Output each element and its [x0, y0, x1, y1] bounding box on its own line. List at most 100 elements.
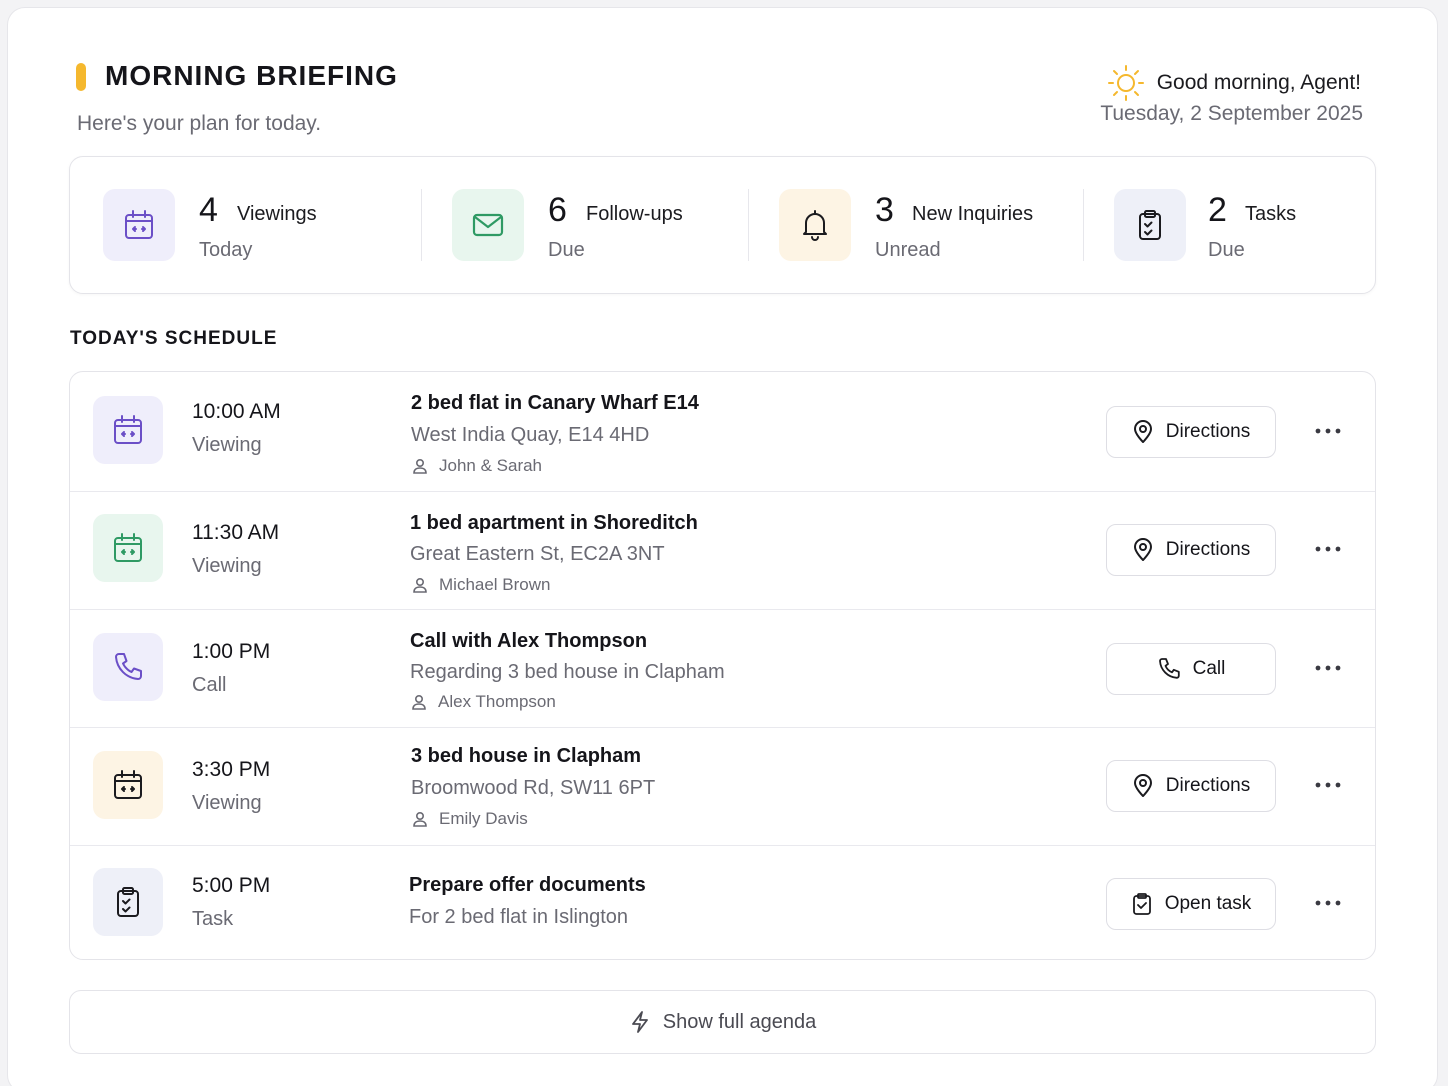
- button-label: Directions: [1165, 539, 1251, 560]
- row-type: Call: [192, 674, 227, 696]
- map-pin-icon: [1132, 774, 1154, 798]
- schedule-row[interactable]: 1:00 PM Call Call with Alex Thompson Reg…: [70, 610, 1375, 728]
- show-full-agenda-button[interactable]: Show full agenda: [69, 990, 1376, 1054]
- row-title: 2 bed flat in Canary Wharf E14: [411, 392, 699, 414]
- open-task-button[interactable]: Open task: [1106, 878, 1276, 930]
- call-button[interactable]: Call: [1106, 643, 1276, 695]
- schedule-row[interactable]: 3:30 PM Viewing 3 bed house in Clapham B…: [70, 728, 1375, 846]
- calendar-icon: [93, 396, 163, 464]
- phone-icon: [93, 633, 163, 701]
- button-label: Directions: [1165, 775, 1251, 796]
- stats-panel: 4 Viewings Today 6 Follow-ups Due 3 New …: [69, 156, 1376, 294]
- divider: [1083, 189, 1084, 261]
- clipboard-check-icon: [93, 868, 163, 936]
- map-pin-icon: [1132, 420, 1154, 444]
- button-label: Call: [1192, 658, 1226, 679]
- accent-bar: [76, 63, 86, 91]
- directions-button[interactable]: Directions: [1106, 524, 1276, 576]
- row-person-name: Alex Thompson: [438, 692, 556, 711]
- stat-sub: Due: [1208, 239, 1245, 261]
- row-person-name: Michael Brown: [439, 575, 551, 594]
- schedule-row[interactable]: 5:00 PM Task Prepare offer documents For…: [70, 846, 1375, 959]
- more-options-button[interactable]: [1310, 891, 1346, 915]
- more-options-button[interactable]: [1310, 656, 1346, 680]
- button-label: Show full agenda: [662, 1010, 817, 1033]
- row-time: 5:00 PM: [192, 874, 271, 897]
- row-title: 3 bed house in Clapham: [411, 745, 642, 767]
- stat-label: Viewings: [237, 203, 317, 225]
- page-subtitle: Here's your plan for today.: [77, 112, 322, 135]
- row-person: Alex Thompson: [410, 692, 556, 712]
- schedule-row[interactable]: 10:00 AM Viewing 2 bed flat in Canary Wh…: [70, 372, 1375, 492]
- row-subtitle: For 2 bed flat in Islington: [409, 906, 629, 928]
- row-person: Michael Brown: [411, 575, 551, 595]
- stat-label: Follow-ups: [586, 203, 683, 225]
- directions-button[interactable]: Directions: [1106, 406, 1276, 458]
- more-options-button[interactable]: [1310, 537, 1346, 561]
- row-type: Task: [192, 908, 234, 930]
- stat-sub: Unread: [875, 239, 941, 261]
- button-label: Open task: [1164, 893, 1252, 914]
- greeting-text: Good morning, Agent!: [1156, 71, 1361, 94]
- stat-label: New Inquiries: [912, 203, 1034, 225]
- row-person-name: John & Sarah: [439, 456, 543, 475]
- row-subtitle: Regarding 3 bed house in Clapham: [410, 661, 725, 683]
- more-options-button[interactable]: [1310, 773, 1346, 797]
- stat-viewings[interactable]: 4 Viewings Today: [103, 189, 423, 261]
- row-time: 11:30 AM: [192, 521, 280, 544]
- stat-value: 4: [199, 191, 218, 229]
- schedule-row[interactable]: 11:30 AM Viewing 1 bed apartment in Shor…: [70, 492, 1375, 610]
- phone-icon: [1157, 657, 1181, 681]
- more-icon: [1315, 900, 1341, 906]
- page-title: MORNING BRIEFING: [105, 60, 398, 91]
- row-subtitle: Great Eastern St, EC2A 3NT: [410, 543, 665, 565]
- more-icon: [1315, 428, 1341, 434]
- divider: [748, 189, 749, 261]
- clipboard-check-icon: [1114, 189, 1186, 261]
- row-person: John & Sarah: [411, 456, 542, 476]
- divider: [421, 189, 422, 261]
- lightning-icon: [629, 1010, 651, 1034]
- row-time: 1:00 PM: [192, 640, 271, 663]
- button-label: Directions: [1165, 421, 1251, 442]
- row-type: Viewing: [192, 434, 262, 456]
- calendar-icon: [93, 514, 163, 582]
- current-date: Tuesday, 2 September 2025: [1100, 102, 1363, 125]
- calendar-icon: [93, 751, 163, 819]
- user-icon: [411, 457, 429, 475]
- stat-tasks[interactable]: 2 Tasks Due: [1114, 189, 1354, 261]
- more-options-button[interactable]: [1310, 419, 1346, 443]
- row-type: Viewing: [192, 792, 262, 814]
- user-icon: [410, 693, 428, 711]
- row-title: Prepare offer documents: [409, 874, 646, 896]
- greeting: Good morning, Agent!: [1107, 64, 1361, 102]
- stat-label: Tasks: [1245, 203, 1297, 225]
- user-icon: [411, 576, 429, 594]
- bell-icon: [779, 189, 851, 261]
- stat-new-inquiries[interactable]: 3 New Inquiries Unread: [779, 189, 1099, 261]
- row-subtitle: Broomwood Rd, SW11 6PT: [411, 777, 656, 799]
- stat-value: 6: [548, 191, 567, 229]
- stat-value: 3: [875, 191, 894, 229]
- stat-value: 2: [1208, 191, 1227, 229]
- calendar-icon: [103, 189, 175, 261]
- row-person-name: Emily Davis: [439, 809, 528, 828]
- stat-follow-ups[interactable]: 6 Follow-ups Due: [452, 189, 752, 261]
- more-icon: [1315, 546, 1341, 552]
- sun-icon: [1107, 64, 1145, 102]
- row-type: Viewing: [192, 555, 262, 577]
- stat-sub: Today: [199, 239, 253, 261]
- row-time: 3:30 PM: [192, 758, 271, 781]
- row-time: 10:00 AM: [192, 400, 281, 423]
- row-title: 1 bed apartment in Shoreditch: [410, 512, 698, 534]
- user-icon: [411, 810, 429, 828]
- row-person: Emily Davis: [411, 809, 528, 829]
- schedule-title: TODAY'S SCHEDULE: [70, 328, 278, 349]
- more-icon: [1315, 782, 1341, 788]
- row-subtitle: West India Quay, E14 4HD: [411, 424, 650, 446]
- more-icon: [1315, 665, 1341, 671]
- map-pin-icon: [1132, 538, 1154, 562]
- directions-button[interactable]: Directions: [1106, 760, 1276, 812]
- mail-icon: [452, 189, 524, 261]
- schedule-list: 10:00 AM Viewing 2 bed flat in Canary Wh…: [69, 371, 1376, 960]
